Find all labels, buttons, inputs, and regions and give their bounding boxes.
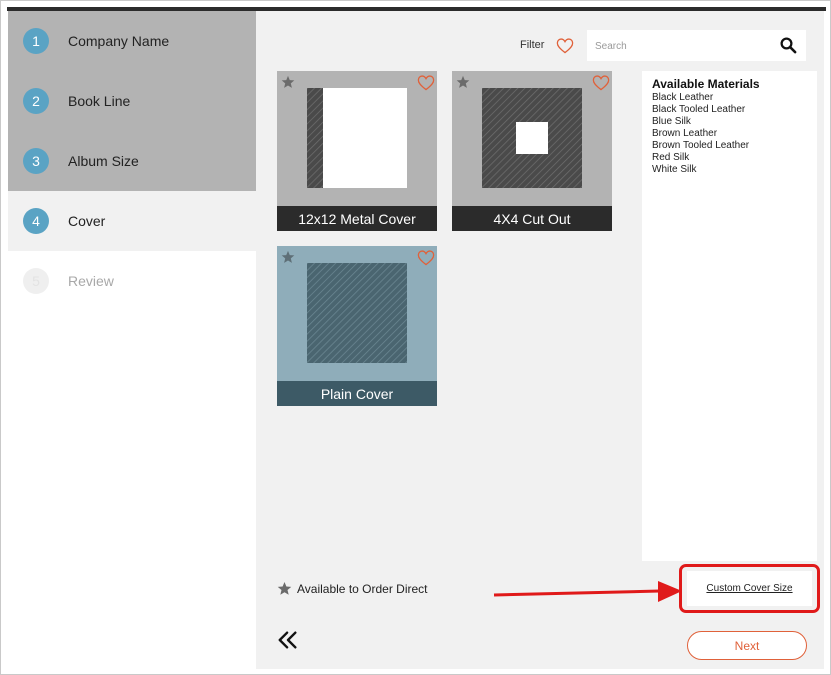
- materials-panel: Available Materials Black Leather Black …: [642, 71, 817, 561]
- wizard-sidebar: 1 Company Name 2 Book Line 3 Album Size …: [8, 11, 256, 669]
- plain-cover-thumbnail: [307, 263, 407, 363]
- material-item: Blue Silk: [652, 116, 691, 127]
- step-cover[interactable]: 4 Cover: [8, 191, 256, 251]
- star-icon: [281, 75, 295, 88]
- double-chevron-left-icon[interactable]: [277, 629, 299, 651]
- cover-card-cut-out[interactable]: 4X4 Cut Out: [452, 71, 612, 231]
- cover-caption: 12x12 Metal Cover: [277, 206, 437, 231]
- step-company-name[interactable]: 1 Company Name: [8, 11, 256, 71]
- step-label: Book Line: [68, 93, 131, 109]
- favorite-heart-icon[interactable]: [417, 250, 435, 266]
- favorite-heart-icon[interactable]: [592, 75, 610, 91]
- cover-caption: 4X4 Cut Out: [452, 206, 612, 231]
- filter-label: Filter: [520, 39, 545, 51]
- next-button[interactable]: Next: [687, 631, 807, 660]
- materials-title: Available Materials: [652, 77, 760, 91]
- step-label: Company Name: [68, 33, 170, 49]
- favorite-heart-icon[interactable]: [417, 75, 435, 91]
- annotation-arrow: [493, 581, 682, 602]
- search-input[interactable]: [595, 37, 775, 55]
- custom-cover-highlight: Custom Cover Size: [679, 564, 820, 613]
- order-direct-legend: Available to Order Direct: [277, 581, 428, 596]
- star-icon: [277, 581, 292, 595]
- app-window: 1 Company Name 2 Book Line 3 Album Size …: [0, 0, 831, 675]
- material-item: Black Tooled Leather: [652, 104, 746, 115]
- step-label: Album Size: [68, 153, 139, 169]
- step-number: 4: [23, 208, 49, 234]
- main-panel: Filter 12x12 Meta: [256, 11, 824, 669]
- cover-card-metal[interactable]: 12x12 Metal Cover: [277, 71, 437, 231]
- material-item: White Silk: [652, 164, 697, 175]
- metal-cover-thumbnail: [307, 88, 407, 188]
- step-review: 5 Review: [8, 251, 256, 311]
- material-item: Black Leather: [652, 92, 714, 103]
- star-icon: [456, 75, 470, 88]
- search-icon[interactable]: [779, 36, 797, 54]
- custom-cover-size-link[interactable]: Custom Cover Size: [687, 571, 812, 606]
- step-label: Cover: [68, 213, 106, 229]
- cover-caption: Plain Cover: [277, 381, 437, 406]
- step-number: 5: [23, 268, 49, 294]
- step-album-size[interactable]: 3 Album Size: [8, 131, 256, 191]
- cover-card-plain[interactable]: Plain Cover: [277, 246, 437, 406]
- material-item: Red Silk: [652, 152, 690, 163]
- cut-out-cover-thumbnail: [482, 88, 582, 188]
- step-book-line[interactable]: 2 Book Line: [8, 71, 256, 131]
- material-item: Brown Leather: [652, 128, 718, 139]
- filter-heart-icon[interactable]: [556, 38, 574, 54]
- step-number: 2: [23, 88, 49, 114]
- step-label: Review: [68, 273, 114, 289]
- step-number: 3: [23, 148, 49, 174]
- material-item: Brown Tooled Leather: [652, 140, 750, 151]
- step-number: 1: [23, 28, 49, 54]
- legend-text: Available to Order Direct: [297, 581, 428, 596]
- star-icon: [281, 250, 295, 263]
- search-box: [587, 30, 806, 61]
